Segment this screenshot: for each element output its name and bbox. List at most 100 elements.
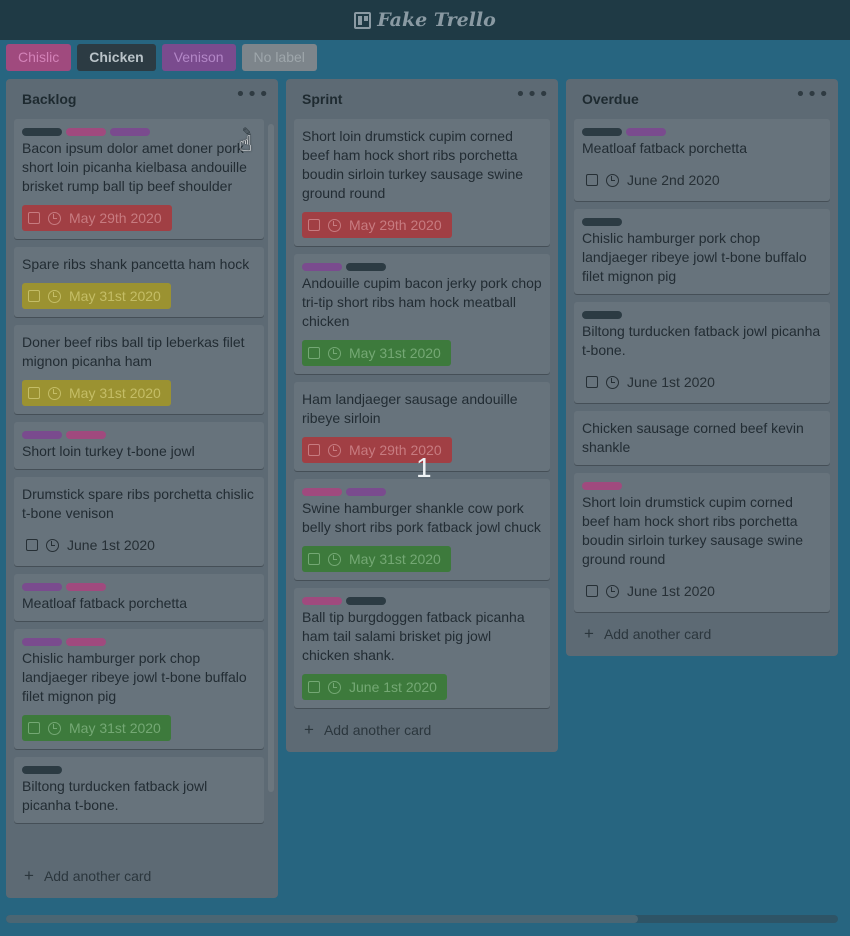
card-title: Biltong turducken fatback jowl picanha t… [22,778,208,813]
card[interactable]: Short loin drumstick cupim corned beef h… [294,119,550,246]
card-label-pink[interactable] [582,482,622,490]
clock-icon [606,173,619,187]
card-label-pink[interactable] [66,431,106,439]
card[interactable]: Drumstick spare ribs porchetta chislic t… [14,477,264,566]
due-date-badge[interactable]: June 1st 2020 [22,532,165,558]
label-filter-chicken[interactable]: Chicken [77,44,156,71]
due-checkbox-icon[interactable] [308,219,320,231]
due-checkbox-icon[interactable] [308,681,320,693]
card-label-purple[interactable] [22,431,62,439]
due-date-badge[interactable]: May 31st 2020 [22,380,171,406]
card[interactable]: Ball tip burgdoggen fatback picanha ham … [294,588,550,708]
card-label-pink[interactable] [66,128,106,136]
due-date-badge[interactable]: June 1st 2020 [302,674,447,700]
card-label-dark[interactable] [582,218,622,226]
brand[interactable]: Fake Trello [354,9,496,31]
due-date-badge[interactable]: May 31st 2020 [22,283,171,309]
card[interactable]: Meatloaf fatback porchetta June 2nd 2020 [574,119,830,201]
card[interactable]: Chicken sausage corned beef kevin shankl… [574,411,830,465]
label-filter-no-label[interactable]: No label [241,44,317,71]
clock-icon [48,721,61,735]
card-title: Doner beef ribs ball tip leberkas filet … [22,334,245,369]
card[interactable]: Spare ribs shank pancetta ham hock May 31… [14,247,264,317]
pointer-hand-icon: ☝ [239,132,253,157]
due-date-text: May 31st 2020 [349,551,441,567]
list-overdue: Overdue ••• Meatloaf fatback porchetta June… [566,79,838,656]
card-label-dark[interactable] [346,597,386,605]
card-label-purple[interactable] [626,128,666,136]
due-checkbox-icon[interactable] [28,212,40,224]
due-date-badge[interactable]: June 2nd 2020 [582,167,730,193]
list-vertical-scrollbar[interactable] [268,124,274,792]
due-date-badge[interactable]: May 31st 2020 [302,546,451,572]
card-title: Drumstick spare ribs porchetta chislic t… [22,486,254,521]
list-title[interactable]: Backlog [22,91,76,107]
due-date-badge[interactable]: May 31st 2020 [302,340,451,366]
card[interactable]: Bacon ipsum dolor amet doner pork short … [14,119,264,239]
due-checkbox-icon[interactable] [28,290,40,302]
due-checkbox-icon[interactable] [308,347,320,359]
list-header: Sprint ••• [286,79,558,119]
due-checkbox-icon[interactable] [586,585,598,597]
due-checkbox-icon[interactable] [586,174,598,186]
card[interactable]: Swine hamburger shankle cow pork belly s… [294,479,550,580]
list-menu-icon[interactable]: ••• [515,86,550,108]
board-horizontal-scrollbar[interactable] [6,915,838,923]
add-card-label: Add another card [603,626,712,642]
card[interactable]: Chislic hamburger pork chop landjaeger r… [574,209,830,294]
list-menu-icon[interactable]: ••• [795,86,830,108]
card[interactable]: Chislic hamburger pork chop landjaeger r… [14,629,264,749]
list-title[interactable]: Overdue [582,91,639,107]
card-label-dark[interactable] [22,128,62,136]
clock-icon [606,584,619,598]
card-label-purple[interactable] [22,583,62,591]
due-date-badge[interactable]: June 1st 2020 [582,369,725,395]
due-checkbox-icon[interactable] [28,722,40,734]
card[interactable]: Andouille cupim bacon jerky pork chop tr… [294,254,550,374]
label-filter-chislic[interactable]: Chislic [6,44,72,71]
card[interactable]: Biltong turducken fatback jowl picanha t… [14,757,264,823]
due-checkbox-icon[interactable] [28,387,40,399]
card-label-purple[interactable] [346,488,386,496]
due-checkbox-icon[interactable] [308,444,320,456]
list-title[interactable]: Sprint [302,91,342,107]
add-card-label: Add another card [43,868,152,884]
card-label-purple[interactable] [302,263,342,271]
card-label-dark[interactable] [582,311,622,319]
due-date-badge[interactable]: May 29th 2020 [22,205,172,231]
card[interactable]: Short loin drumstick cupim corned beef h… [574,473,830,612]
due-checkbox-icon[interactable] [586,376,598,388]
card[interactable]: Biltong turducken fatback jowl picanha t… [574,302,830,403]
clock-icon [46,538,59,552]
card[interactable]: Short loin turkey t-bone jowl [14,422,264,469]
card-label-pink[interactable] [66,638,106,646]
card-label-pink[interactable] [66,583,106,591]
due-date-badge[interactable]: May 29th 2020 [302,212,452,238]
scrollbar-thumb[interactable] [6,915,638,923]
due-checkbox-icon[interactable] [26,539,38,551]
due-checkbox-icon[interactable] [308,553,320,565]
card-label-dark[interactable] [22,766,62,774]
card-labels [22,766,256,774]
add-card-button[interactable]: + Add another card [286,708,558,752]
card-labels [22,128,256,136]
due-date-badge[interactable]: June 1st 2020 [582,578,725,604]
card[interactable]: Meatloaf fatback porchetta [14,574,264,621]
list-menu-icon[interactable]: ••• [235,86,270,108]
card-label-dark[interactable] [582,128,622,136]
label-filter-venison[interactable]: Venison [161,44,236,71]
label-filter-bar: Chislic Chicken Venison No label [6,44,317,71]
add-card-button[interactable]: + Add another card [6,854,278,898]
card-label-purple[interactable] [110,128,150,136]
card-title: Short loin drumstick cupim corned beef h… [302,128,524,201]
card[interactable]: Doner beef ribs ball tip leberkas filet … [14,325,264,414]
due-date-badge[interactable]: May 31st 2020 [22,715,171,741]
card-label-purple[interactable] [22,638,62,646]
card-label-pink[interactable] [302,597,342,605]
add-card-button[interactable]: + Add another card [566,612,838,656]
card-title: Ball tip burgdoggen fatback picanha ham … [302,609,525,663]
card-labels [302,263,542,271]
due-date-text: June 1st 2020 [349,679,437,695]
card-label-dark[interactable] [346,263,386,271]
card-label-pink[interactable] [302,488,342,496]
